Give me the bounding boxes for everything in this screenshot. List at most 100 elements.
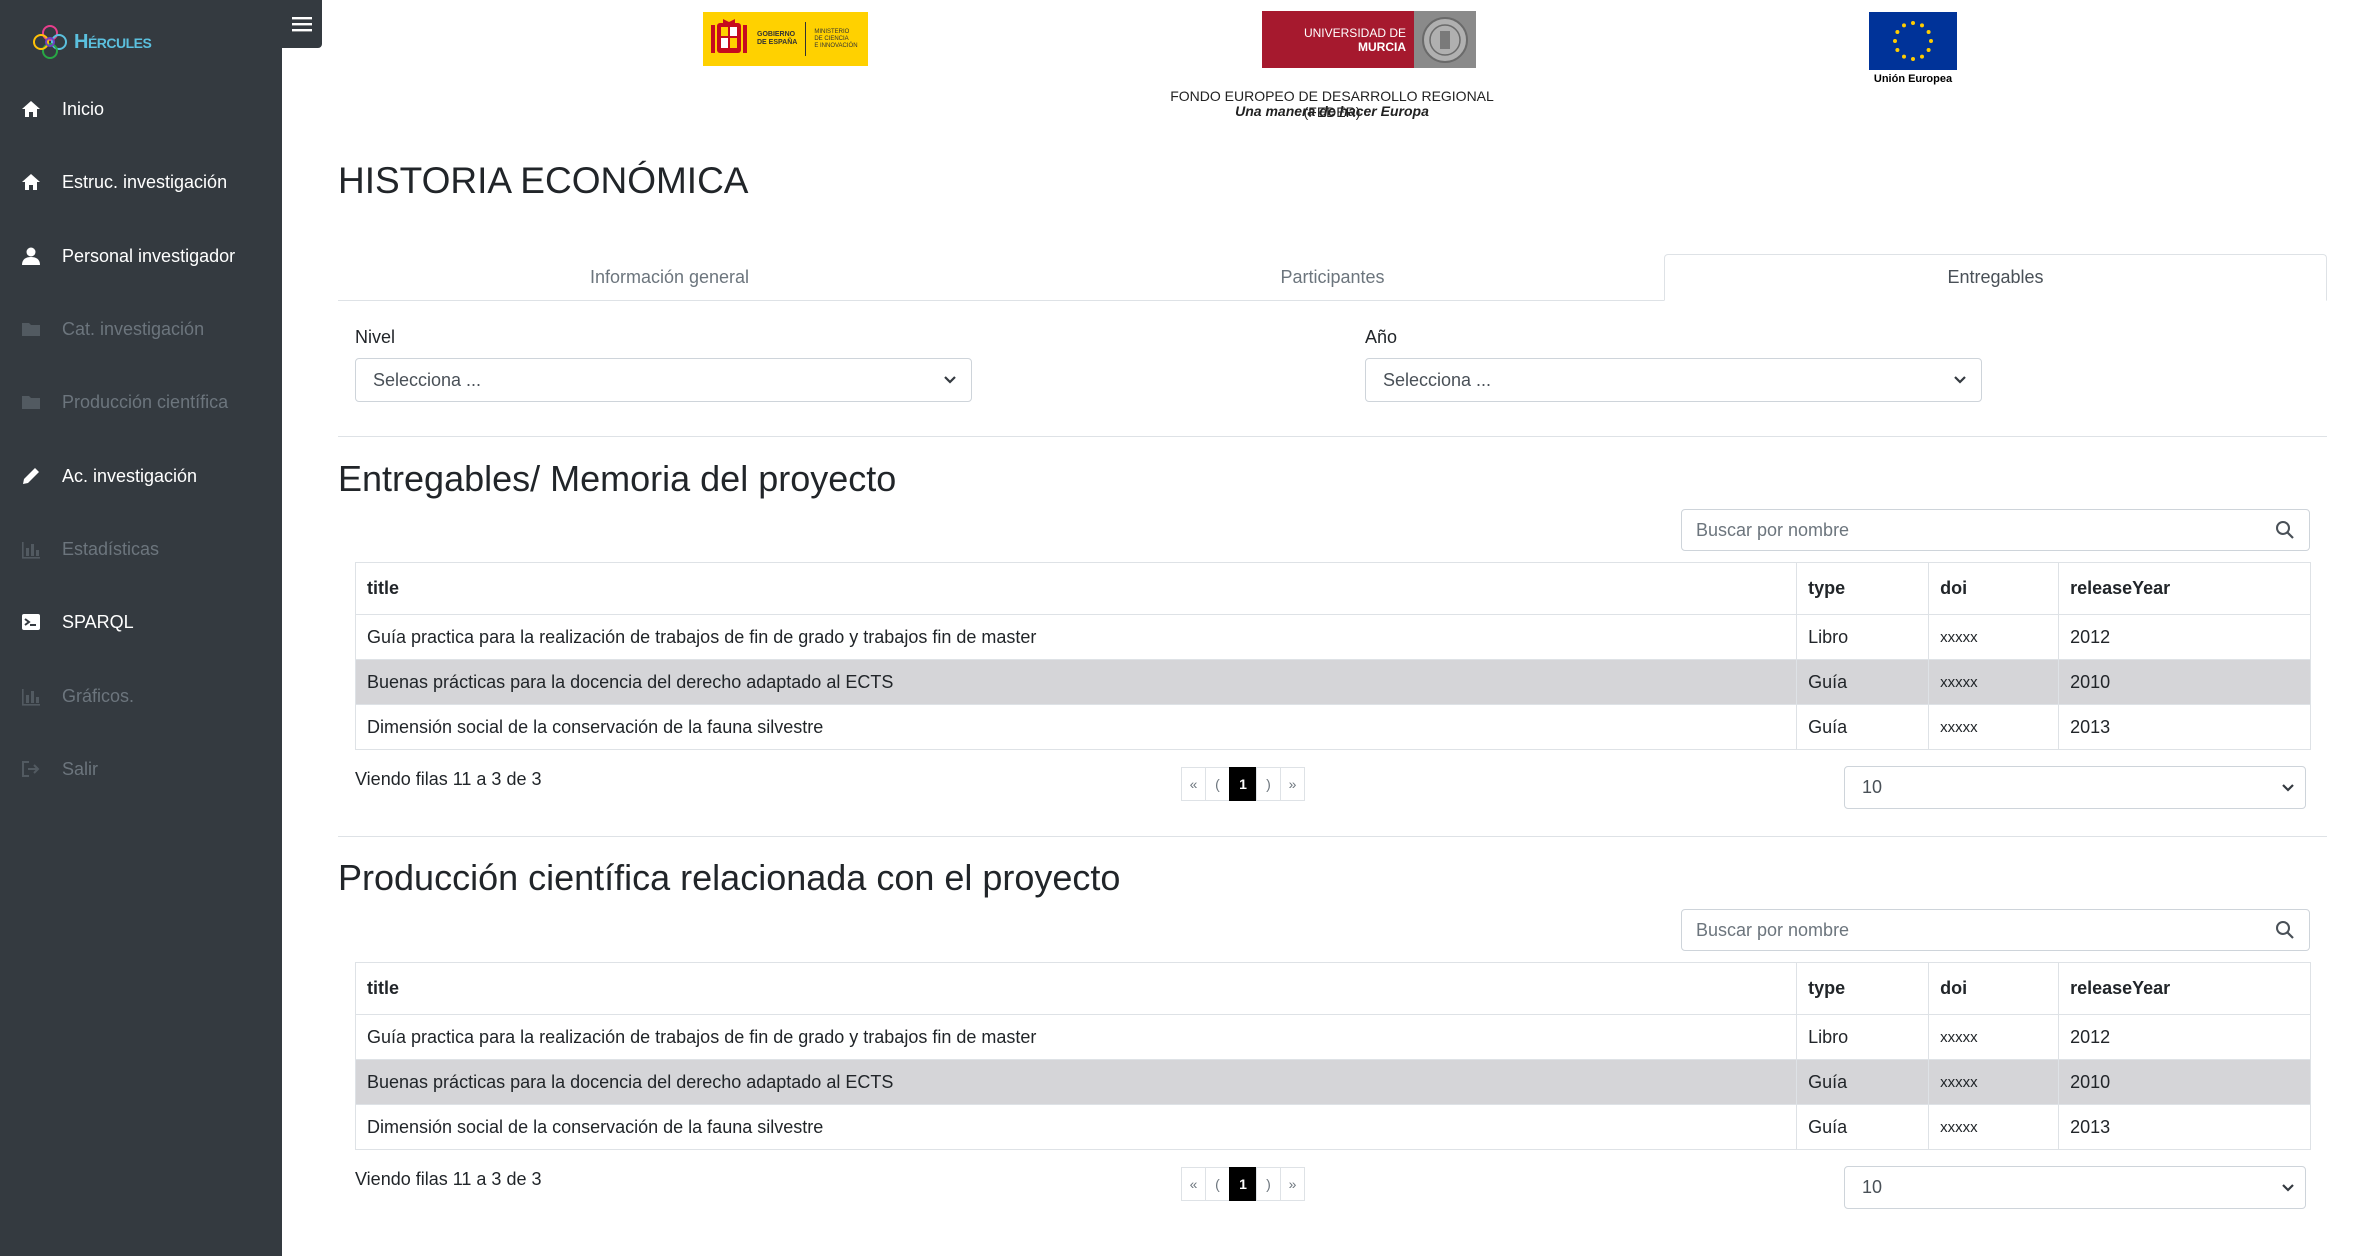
- pagination-info: Viendo filas 11 a 3 de 3: [355, 769, 542, 789]
- ministerio-text-line2: DE CIENCIA: [814, 35, 849, 42]
- cell-releaseyear: 2012: [2058, 1014, 2311, 1060]
- table-header-row: title type doi releaseYear: [354, 962, 2311, 1015]
- divider: [338, 436, 2327, 437]
- sidebar-item-label: Ac. investigación: [62, 465, 198, 486]
- pagination: « ( 1 ) »: [1181, 767, 1305, 801]
- logout-icon: [20, 758, 42, 780]
- prev-page-button[interactable]: (: [1205, 1167, 1230, 1201]
- first-page-button[interactable]: «: [1181, 1167, 1206, 1201]
- tabs-bar: Información general Participantes Entreg…: [338, 254, 2327, 301]
- page-size-select[interactable]: 10: [1844, 766, 2306, 809]
- gobierno-text-line2: DE ESPAÑA: [757, 39, 798, 46]
- sidebar-item-salir[interactable]: Salir: [0, 745, 282, 793]
- column-header-type[interactable]: type: [1796, 562, 1930, 615]
- page-size-value: 10: [1862, 1177, 1883, 1197]
- sidebar-toggle-button[interactable]: [282, 0, 322, 48]
- tab-informacion-general[interactable]: Información general: [338, 254, 1001, 300]
- next-page-button[interactable]: ): [1256, 767, 1281, 801]
- sidebar-item-label: Gráficos.: [62, 685, 135, 706]
- sidebar-item-cat-investigación[interactable]: Cat. investigación: [0, 305, 282, 353]
- pagination-info: Viendo filas 11 a 3 de 3: [355, 1169, 542, 1189]
- cell-title: Buenas prácticas para la docencia del de…: [354, 659, 1798, 705]
- search-placeholder: Buscar por nombre: [1696, 919, 1850, 940]
- cell-type: Guía: [1796, 1059, 1930, 1105]
- chevron-down-icon: [2282, 1184, 2294, 1192]
- eu-stars-icon: [1893, 21, 1933, 61]
- section-title-produccion: Producción científica relacionada con el…: [338, 857, 1121, 898]
- cell-title: Dimensión social de la conservación de l…: [354, 704, 1798, 750]
- table-header-row: title type doi releaseYear: [354, 562, 2311, 615]
- page-size-select[interactable]: 10: [1844, 1166, 2306, 1209]
- anio-select[interactable]: Selecciona ...: [1365, 358, 1982, 402]
- table-row[interactable]: Buenas prácticas para la docencia del de…: [354, 659, 2311, 705]
- anio-label: Año: [1365, 327, 1398, 347]
- chevron-down-icon: [1954, 376, 1966, 384]
- search-input-produccion[interactable]: Buscar por nombre: [1681, 909, 2310, 951]
- page-size-value: 10: [1862, 777, 1883, 797]
- anio-select-value: Selecciona ...: [1383, 369, 1492, 390]
- column-header-releaseyear[interactable]: releaseYear: [2058, 562, 2311, 615]
- prev-page-button[interactable]: (: [1205, 767, 1230, 801]
- nivel-select[interactable]: Selecciona ...: [355, 358, 972, 402]
- coat-of-arms-icon: [711, 19, 747, 53]
- home-icon: [20, 98, 42, 120]
- bar-chart-icon: [20, 538, 42, 560]
- last-page-button[interactable]: »: [1280, 1167, 1305, 1201]
- sidebar-item-ac-investigación[interactable]: Ac. investigación: [0, 452, 282, 500]
- search-icon[interactable]: [2275, 920, 2295, 940]
- column-header-doi[interactable]: doi: [1928, 962, 2060, 1015]
- column-header-doi[interactable]: doi: [1928, 562, 2060, 615]
- search-input-entregables[interactable]: Buscar por nombre: [1681, 509, 2310, 551]
- table-row[interactable]: Guía practica para la realización de tra…: [354, 1014, 2311, 1060]
- table-row[interactable]: Guía practica para la realización de tra…: [354, 614, 2311, 660]
- search-placeholder: Buscar por nombre: [1696, 519, 1850, 540]
- feder-slogan: Una manera de hacer Europa: [1235, 103, 1429, 119]
- nivel-select-value: Selecciona ...: [373, 369, 482, 390]
- sidebar-item-personal-investigador[interactable]: Personal investigador: [0, 232, 282, 280]
- cell-title: Buenas prácticas para la docencia del de…: [354, 1059, 1798, 1105]
- university-seal-icon: [1422, 16, 1468, 63]
- data-table-produccion: title type doi releaseYear Guía practica…: [354, 962, 2311, 1150]
- tab-entregables[interactable]: Entregables: [1664, 254, 2327, 301]
- sidebar-item-label: Estadísticas: [62, 538, 160, 559]
- section-title-entregables: Entregables/ Memoria del proyecto: [338, 458, 897, 499]
- sidebar-item-gráficos[interactable]: Gráficos.: [0, 672, 282, 720]
- next-page-button[interactable]: ): [1256, 1167, 1281, 1201]
- sidebar: Hércules Inicio Estruc. investigación Pers…: [0, 0, 282, 1256]
- sidebar-item-label: Cat. investigación: [62, 318, 205, 339]
- logo-divider: [805, 22, 807, 56]
- brand-logo[interactable]: Hércules: [32, 22, 152, 62]
- cell-releaseyear: 2013: [2058, 1104, 2311, 1150]
- table-row[interactable]: Buenas prácticas para la docencia del de…: [354, 1059, 2311, 1105]
- column-header-title[interactable]: title: [354, 562, 1798, 615]
- sidebar-item-inicio[interactable]: Inicio: [0, 85, 282, 133]
- cell-releaseyear: 2010: [2058, 659, 2311, 705]
- eu-caption: Unión Europea: [1873, 73, 1953, 85]
- current-page-button[interactable]: 1: [1229, 767, 1257, 801]
- column-header-title[interactable]: title: [354, 962, 1798, 1015]
- cell-doi: xxxxx: [1928, 704, 2060, 750]
- search-icon[interactable]: [2275, 520, 2295, 540]
- sidebar-item-estruc-investigación[interactable]: Estruc. investigación: [0, 158, 282, 206]
- home-icon: [20, 171, 42, 193]
- last-page-button[interactable]: »: [1280, 767, 1305, 801]
- cell-releaseyear: 2012: [2058, 614, 2311, 660]
- divider: [338, 836, 2327, 837]
- sidebar-item-estadísticas[interactable]: Estadísticas: [0, 525, 282, 573]
- column-header-releaseyear[interactable]: releaseYear: [2058, 962, 2311, 1015]
- sidebar-item-producción-científica[interactable]: Producción científica: [0, 378, 282, 426]
- current-page-button[interactable]: 1: [1229, 1167, 1257, 1201]
- nivel-label: Nivel: [355, 327, 396, 347]
- eu-flag-logo: [1869, 12, 1957, 70]
- bar-chart-icon: [20, 685, 42, 707]
- tab-participantes[interactable]: Participantes: [1001, 254, 1664, 300]
- column-header-type[interactable]: type: [1796, 962, 1930, 1015]
- table-row[interactable]: Dimensión social de la conservación de l…: [354, 1104, 2311, 1150]
- cell-type: Libro: [1796, 1014, 1930, 1060]
- sidebar-item-sparql[interactable]: SPARQL: [0, 598, 282, 646]
- brand-name: Hércules: [74, 30, 152, 53]
- cell-doi: xxxxx: [1928, 1104, 2060, 1150]
- table-row[interactable]: Dimensión social de la conservación de l…: [354, 704, 2311, 750]
- flower-logo-icon: [33, 25, 67, 59]
- first-page-button[interactable]: «: [1181, 767, 1206, 801]
